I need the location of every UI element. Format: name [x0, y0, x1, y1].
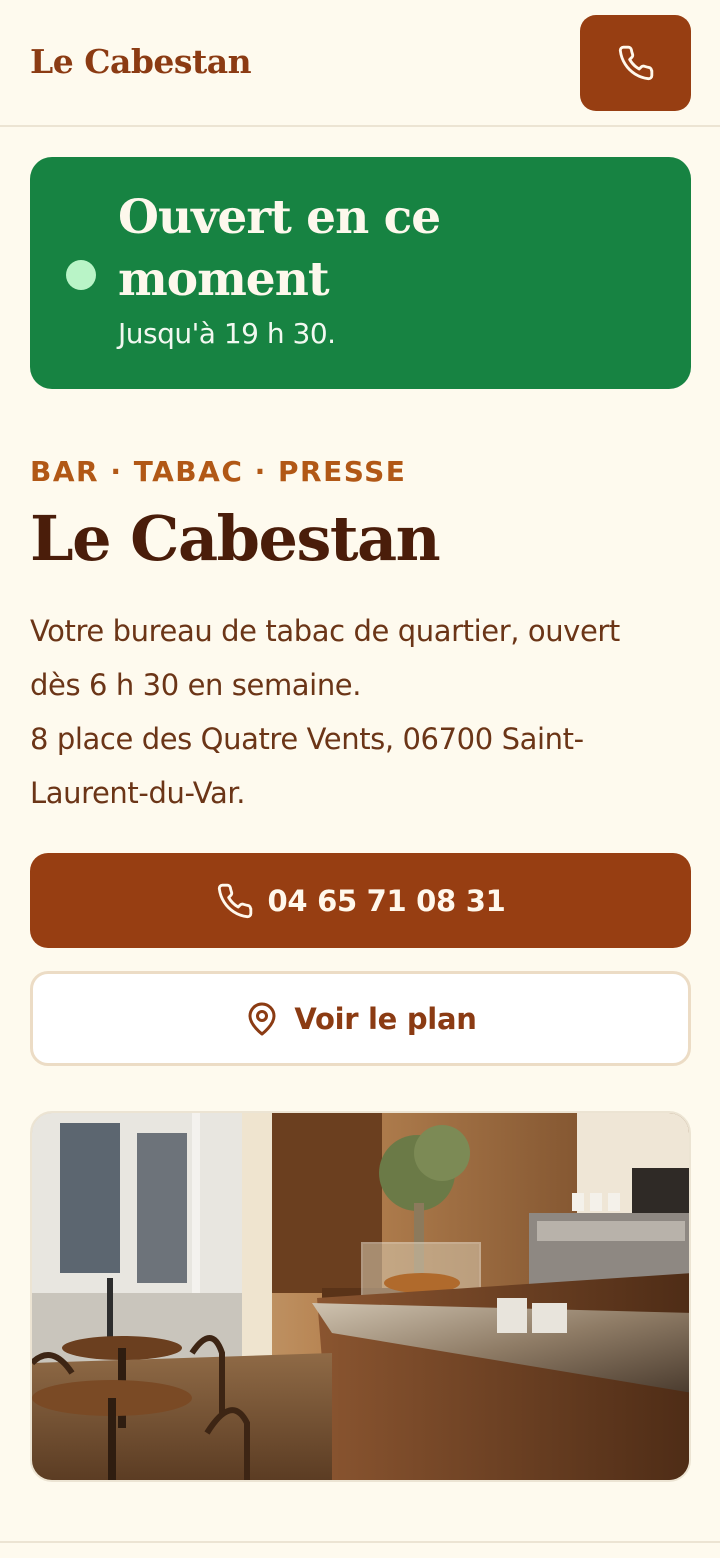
map-button-label: Voir le plan [294, 1001, 477, 1036]
phone-icon [217, 883, 252, 918]
map-pin-icon [248, 1002, 276, 1035]
call-button-label: 04 65 71 08 31 [267, 883, 506, 918]
site-header: Le Cabestan [0, 0, 720, 127]
status-title: Ouvert en ce moment [118, 190, 441, 307]
description-hours: Votre bureau de tabac de quartier, ouver… [30, 614, 620, 702]
status-indicator-dot [66, 260, 96, 290]
header-call-button[interactable] [580, 15, 691, 111]
description-address: 8 place des Quatre Vents, 06700 Saint-La… [30, 722, 584, 810]
bar-interior-photo [30, 1111, 691, 1482]
map-button[interactable]: Voir le plan [30, 971, 691, 1066]
footer-divider [0, 1541, 720, 1543]
brand-name[interactable]: Le Cabestan [30, 42, 252, 81]
call-button[interactable]: 04 65 71 08 31 [30, 853, 691, 948]
page-title: Le Cabestan [30, 502, 441, 575]
phone-icon [618, 45, 653, 81]
category-eyebrow: BAR · TABAC · PRESSE [30, 455, 407, 488]
open-status-card: Ouvert en ce moment Jusqu'à 19 h 30. [30, 157, 691, 389]
status-closing-time: Jusqu'à 19 h 30. [118, 317, 336, 350]
description: Votre bureau de tabac de quartier, ouver… [30, 604, 670, 820]
